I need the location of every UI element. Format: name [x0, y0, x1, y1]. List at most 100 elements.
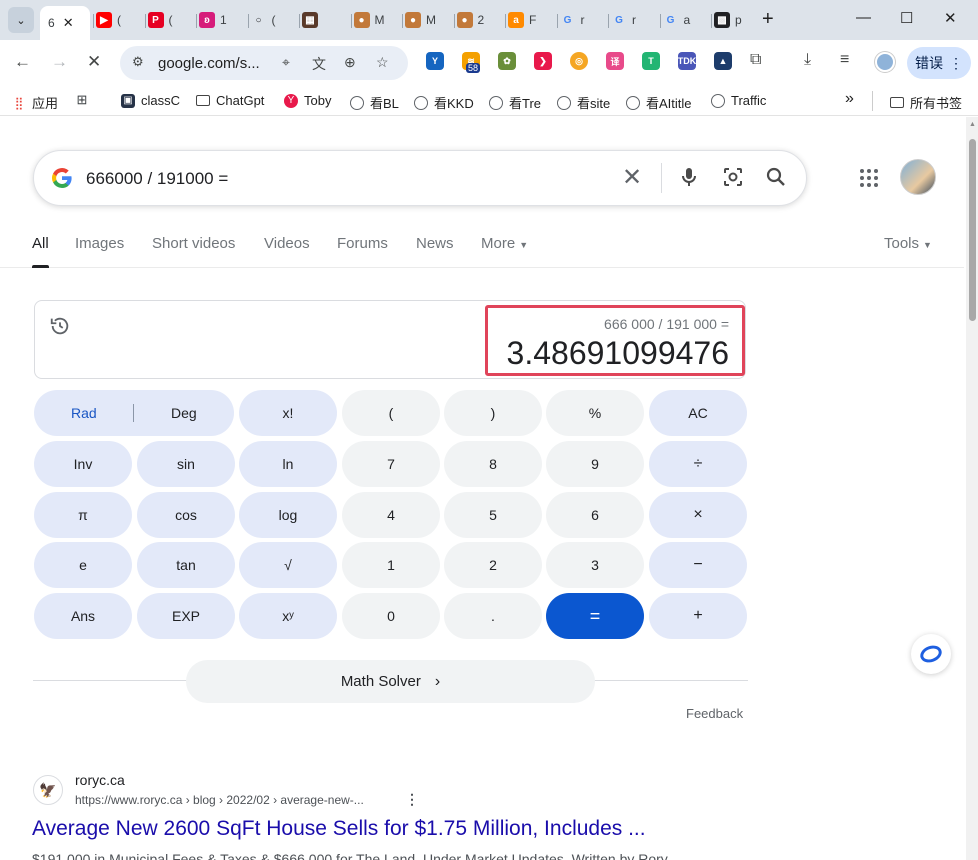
- close-window-icon[interactable]: ✕: [944, 9, 957, 27]
- feedback-link[interactable]: Feedback: [686, 706, 743, 721]
- tab-short-videos[interactable]: Short videos: [152, 235, 235, 252]
- tab-close-icon[interactable]: ✕: [63, 15, 74, 31]
- rad-deg-toggle[interactable]: Rad Deg: [34, 390, 234, 436]
- extension-icon-7[interactable]: T: [642, 52, 660, 70]
- bookmark-item[interactable]: ⣿ 应用: [12, 93, 58, 112]
- media-control-icon[interactable]: ≡: [840, 51, 849, 69]
- browser-tab[interactable]: ● 2: [456, 6, 484, 34]
- tab-videos[interactable]: Videos: [264, 235, 310, 252]
- tab-search-button[interactable]: ⌄: [8, 7, 34, 33]
- profile-avatar-small[interactable]: [875, 52, 895, 72]
- history-icon[interactable]: [49, 315, 71, 337]
- google-apps-icon[interactable]: [860, 169, 878, 187]
- browser-tab[interactable]: ▩ p: [714, 6, 742, 34]
- bookmarks-overflow[interactable]: »: [845, 90, 854, 108]
- calc-key[interactable]: xʸ: [239, 593, 337, 639]
- extensions-puzzle-icon[interactable]: ⧉: [750, 51, 761, 69]
- browser-tab[interactable]: ʚ1: [199, 6, 227, 34]
- calc-key[interactable]: 1: [342, 542, 440, 588]
- calc-key[interactable]: x!: [239, 390, 337, 436]
- calc-key[interactable]: 4: [342, 492, 440, 538]
- rad-option[interactable]: Rad: [71, 405, 97, 421]
- calc-key[interactable]: EXP: [137, 593, 235, 639]
- search-query[interactable]: 666000 / 191000 =: [86, 169, 228, 189]
- calc-key[interactable]: ): [444, 390, 542, 436]
- tab-images[interactable]: Images: [75, 235, 124, 252]
- extension-icon-tdk[interactable]: TDK: [678, 52, 696, 70]
- calc-key[interactable]: 8: [444, 441, 542, 487]
- scroll-up-icon[interactable]: ▲: [969, 121, 976, 128]
- location-icon[interactable]: ⌖: [282, 54, 290, 71]
- extension-icon-6[interactable]: 译: [606, 52, 624, 70]
- voice-search-icon[interactable]: [677, 165, 701, 189]
- browser-tab[interactable]: ○(: [251, 6, 275, 34]
- deg-option[interactable]: Deg: [171, 405, 197, 421]
- back-icon[interactable]: ←: [14, 52, 31, 72]
- calc-key[interactable]: tan: [137, 542, 235, 588]
- floating-assistant-button[interactable]: [911, 634, 951, 674]
- tab-forums[interactable]: Forums: [337, 235, 388, 252]
- math-solver-button[interactable]: Math Solver ›: [186, 660, 595, 703]
- result-url[interactable]: https://www.roryc.ca › blog › 2022/02 › …: [75, 793, 364, 807]
- bookmark-item[interactable]: ▣ classC: [121, 93, 180, 108]
- calc-key[interactable]: (: [342, 390, 440, 436]
- calc-key[interactable]: 2: [444, 542, 542, 588]
- calc-key[interactable]: log: [239, 492, 337, 538]
- site-info-icon[interactable]: ⚙: [132, 54, 150, 72]
- calc-key[interactable]: e: [34, 542, 132, 588]
- browser-tab[interactable]: Gr: [560, 6, 585, 34]
- extension-icon-4[interactable]: ❯: [534, 52, 552, 70]
- search-box[interactable]: 666000 / 191000 = ✕: [33, 150, 807, 206]
- all-bookmarks[interactable]: 所有书签: [890, 93, 962, 112]
- zoom-icon[interactable]: ⊕: [344, 54, 356, 71]
- calc-key[interactable]: 0: [342, 593, 440, 639]
- maximize-icon[interactable]: ☐: [900, 9, 913, 27]
- bookmark-item[interactable]: 看site: [557, 93, 610, 112]
- address-bar[interactable]: ⚙ google.com/s... ⌖ 文 ⊕ ☆: [120, 46, 408, 80]
- browser-tab[interactable]: ● M: [353, 6, 385, 34]
- tab-more[interactable]: More ▼: [481, 235, 528, 252]
- calc-key[interactable]: −: [649, 542, 747, 588]
- minimize-icon[interactable]: —: [856, 9, 871, 26]
- bookmark-item[interactable]: ⊞: [75, 92, 95, 107]
- search-icon[interactable]: [764, 165, 788, 189]
- new-tab-button[interactable]: +: [762, 8, 774, 31]
- calc-key[interactable]: cos: [137, 492, 235, 538]
- calc-key[interactable]: 5: [444, 492, 542, 538]
- tab-active[interactable]: 6 ✕: [40, 6, 90, 40]
- calc-key[interactable]: Ans: [34, 593, 132, 639]
- browser-tab[interactable]: ● M: [405, 6, 436, 34]
- clear-search-icon[interactable]: ✕: [622, 163, 642, 192]
- bookmark-item[interactable]: Traffic: [711, 93, 766, 108]
- result-site-name[interactable]: roryc.ca: [75, 772, 125, 788]
- calc-key[interactable]: 7: [342, 441, 440, 487]
- calc-key[interactable]: √: [239, 542, 337, 588]
- calc-key[interactable]: Inv: [34, 441, 132, 487]
- extension-icon-3[interactable]: ✿: [498, 52, 516, 70]
- bookmark-item[interactable]: 看KKD: [414, 93, 474, 112]
- calc-key[interactable]: π: [34, 492, 132, 538]
- browser-tab[interactable]: P(: [147, 6, 173, 34]
- calc-key[interactable]: .: [444, 593, 542, 639]
- scrollbar-thumb[interactable]: [969, 139, 976, 321]
- bookmark-item[interactable]: 看Tre: [489, 93, 541, 112]
- browser-tab[interactable]: Ga: [663, 6, 691, 34]
- extension-icon-9[interactable]: ▲: [714, 52, 732, 70]
- bookmark-star-icon[interactable]: ☆: [376, 54, 389, 71]
- result-title-link[interactable]: Average New 2600 SqFt House Sells for $1…: [32, 817, 646, 841]
- browser-tab[interactable]: ▶(: [96, 6, 121, 34]
- calc-key[interactable]: ×: [649, 492, 747, 538]
- bookmark-item[interactable]: 看BL: [350, 93, 399, 112]
- calc-key[interactable]: %: [546, 390, 644, 436]
- browser-tab[interactable]: Gr: [611, 6, 636, 34]
- tab-news[interactable]: News: [416, 235, 454, 252]
- tools-button[interactable]: Tools ▼: [884, 235, 932, 252]
- extension-icon-5[interactable]: ◎: [570, 52, 588, 70]
- calc-key[interactable]: AC: [649, 390, 747, 436]
- address-url[interactable]: google.com/s...: [158, 55, 260, 72]
- bookmark-item[interactable]: Y Toby: [284, 93, 331, 108]
- error-menu-button[interactable]: 错误 ⋮: [907, 47, 971, 79]
- lens-search-icon[interactable]: [721, 165, 745, 189]
- calc-key[interactable]: sin: [137, 441, 235, 487]
- stop-loading-icon[interactable]: ✕: [87, 52, 101, 72]
